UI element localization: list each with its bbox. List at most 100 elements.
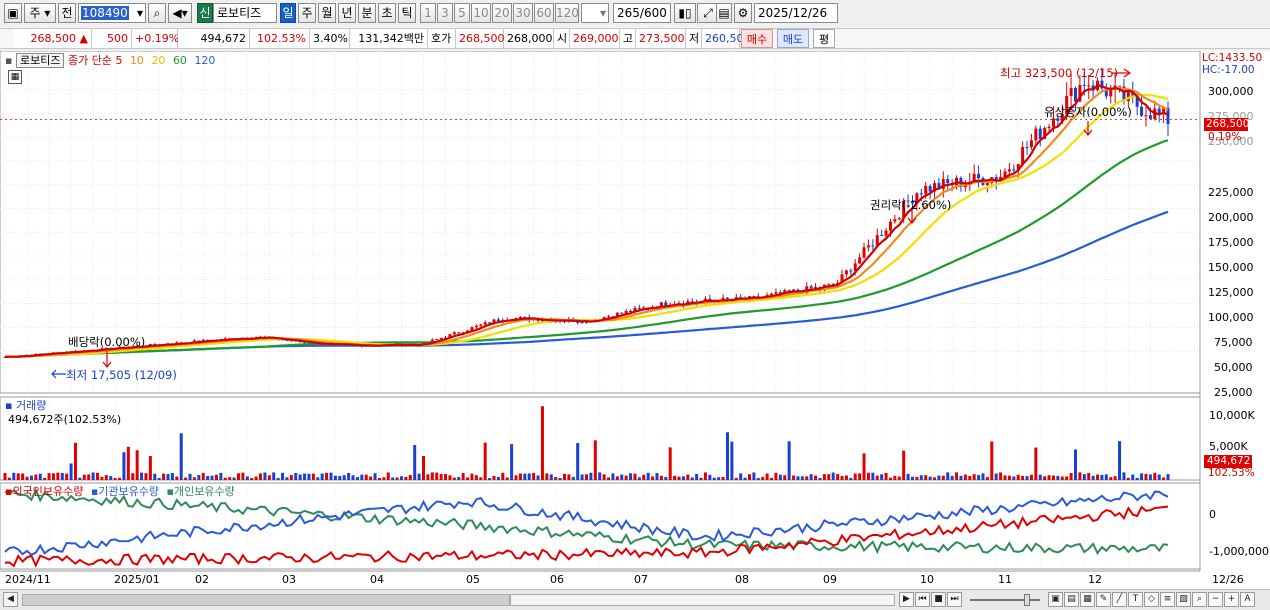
bottom-navbar: ◀ ▶ ⏮ ■ ⏭ ▣ ▤ ▦ ✎ ╱ T ◇ ≡ ▧ ⌕ − + A xyxy=(0,589,1270,610)
legend-individual-icon: ▪ xyxy=(166,485,174,498)
date-field[interactable]: 2025/12/26 xyxy=(754,3,838,23)
buy-button[interactable]: 매수 xyxy=(741,29,773,48)
interval-120-button[interactable]: 120 xyxy=(555,3,579,23)
market-type-select[interactable]: 주 ▾ xyxy=(24,3,56,23)
scrollbar-thumb[interactable] xyxy=(510,594,895,606)
candle-body xyxy=(1140,106,1144,116)
candle-icon[interactable]: ▮▯ xyxy=(674,3,696,23)
speaker-icon[interactable]: ◀▾ xyxy=(168,3,192,23)
play-icon[interactable]: ▶ xyxy=(899,592,914,607)
annotation-high: 최고 323,500 (12/15) xyxy=(1000,66,1119,80)
image-icon[interactable]: ▧ xyxy=(1176,592,1191,607)
interval-20-button[interactable]: 20 xyxy=(492,3,512,23)
volume-bar xyxy=(805,476,809,480)
candle-body xyxy=(1038,128,1042,139)
text-tool-icon[interactable]: T xyxy=(1128,592,1143,607)
fast-forward-icon[interactable]: ⏭ xyxy=(947,592,962,607)
scrollbar-track[interactable] xyxy=(22,594,510,606)
stop-icon[interactable]: ■ xyxy=(931,592,946,607)
interval-custom-select[interactable]: ▾ xyxy=(581,3,609,23)
draw-tool-icon[interactable]: ✎ xyxy=(1096,592,1111,607)
volume-bar xyxy=(690,477,694,480)
volume-bar xyxy=(637,477,641,480)
line-tool-icon[interactable]: ╱ xyxy=(1112,592,1127,607)
candle-body xyxy=(849,270,853,272)
layout-icon[interactable]: ▣ xyxy=(4,3,22,23)
interval-60-button[interactable]: 60 xyxy=(534,3,554,23)
legend-foreign: 외국인보유수량 xyxy=(12,485,84,498)
volume-bar xyxy=(739,473,743,480)
open-label: 시 xyxy=(554,29,570,48)
scroll-left-icon[interactable]: ◀ xyxy=(3,592,18,607)
candle-body xyxy=(928,185,932,192)
volume-bar xyxy=(201,472,205,480)
eval-button[interactable]: 평 xyxy=(813,29,835,48)
stock-code-input[interactable]: 108490 ▾ xyxy=(78,3,146,23)
volume-bar xyxy=(1091,475,1095,480)
volume-bar xyxy=(188,473,192,480)
fib-tool-icon[interactable]: ≡ xyxy=(1160,592,1175,607)
volume-bar xyxy=(197,474,201,480)
search-icon[interactable]: ⌕ xyxy=(1192,592,1207,607)
volume-bar xyxy=(1162,477,1166,480)
rewind-icon[interactable]: ⏮ xyxy=(915,592,930,607)
quote-indicator-icon xyxy=(2,29,12,48)
font-size-icon[interactable]: A xyxy=(1240,592,1255,607)
period-second-button[interactable]: 초 xyxy=(378,3,396,23)
period-minute-button[interactable]: 분 xyxy=(358,3,376,23)
count-field[interactable]: 265/600 xyxy=(613,3,671,23)
zoom-in-icon[interactable]: + xyxy=(1224,592,1239,607)
volume-bar xyxy=(479,477,483,480)
xaxis-label-09: 09 xyxy=(823,573,837,586)
volume-bar xyxy=(342,475,346,480)
chart-area[interactable]: ▪ 로보티즈 종가 단순 5 10 20 60 120 ▦ LC:1433.50… xyxy=(0,51,1270,589)
prev-button[interactable]: 전 xyxy=(58,3,76,23)
volume-bar xyxy=(435,472,439,480)
ma120-label: 120 xyxy=(194,54,216,67)
shape-tool-icon[interactable]: ◇ xyxy=(1144,592,1159,607)
zoom-out-icon[interactable]: − xyxy=(1208,592,1223,607)
sell-button[interactable]: 매도 xyxy=(777,29,809,48)
volume-panel-subtitle: 494,672주(102.53%) xyxy=(8,413,122,426)
volume-bar xyxy=(364,474,368,480)
gear-icon[interactable]: ⚙ xyxy=(734,3,752,23)
period-month-button[interactable]: 월 xyxy=(318,3,336,23)
stock-name-field[interactable]: 로보티즈 xyxy=(213,3,277,23)
copy-icon[interactable]: ▤ xyxy=(1064,592,1079,607)
layout-icon[interactable]: ▣ xyxy=(1048,592,1063,607)
volume-bar xyxy=(448,475,452,480)
period-tick-button[interactable]: 틱 xyxy=(398,3,416,23)
candle-body xyxy=(1157,108,1161,114)
zoom-slider-handle[interactable] xyxy=(1024,594,1030,606)
search-icon[interactable]: ⌕ xyxy=(148,3,166,23)
candle-body xyxy=(1087,85,1091,87)
period-week-button[interactable]: 주 xyxy=(298,3,316,23)
hc-label: HC:-17.00 xyxy=(1202,64,1255,76)
period-day-button[interactable]: 일 xyxy=(280,3,296,23)
interval-10-button[interactable]: 10 xyxy=(471,3,491,23)
grid-icon[interactable]: ▦ xyxy=(1080,592,1095,607)
candle-body xyxy=(496,319,500,321)
volume-bar xyxy=(536,475,540,480)
volume-bar xyxy=(668,447,672,480)
volume-bar xyxy=(840,476,844,480)
volume-bar xyxy=(1078,472,1082,480)
candle-body xyxy=(620,312,624,314)
volume-bar xyxy=(809,474,813,480)
grid-icon[interactable]: ▦ xyxy=(8,70,22,84)
main-panel-title[interactable]: 로보티즈 xyxy=(15,53,65,68)
low-value: 260,500 xyxy=(702,29,751,48)
chevron-down-icon[interactable]: ▾ xyxy=(137,4,145,22)
interval-3-button[interactable]: 3 xyxy=(437,3,453,23)
interval-1-button[interactable]: 1 xyxy=(420,3,436,23)
period-year-button[interactable]: 년 xyxy=(338,3,356,23)
interval-5-button[interactable]: 5 xyxy=(454,3,470,23)
volume-bar xyxy=(267,475,271,480)
price-axis-300000: 300,000 xyxy=(1208,85,1254,98)
volume-bar xyxy=(822,474,826,480)
volume-bar xyxy=(214,474,218,480)
save-icon[interactable]: ▤ xyxy=(716,3,732,23)
volume-bar xyxy=(994,473,998,480)
interval-30-button[interactable]: 30 xyxy=(513,3,533,23)
legend-institution: 기관보유수량 xyxy=(98,485,160,498)
